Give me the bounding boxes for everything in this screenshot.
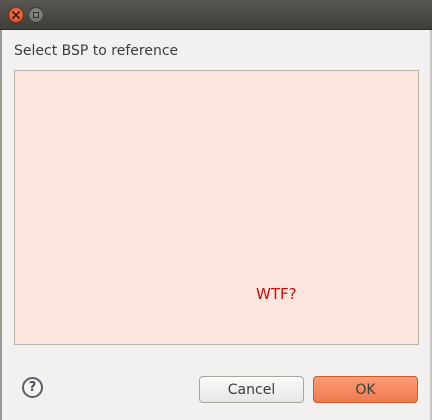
- help-button[interactable]: ?: [22, 377, 43, 398]
- bsp-list[interactable]: WTF?: [14, 70, 419, 345]
- close-button[interactable]: [8, 7, 24, 23]
- dialog-window: Select BSP to reference WTF? ? Cancel OK: [0, 0, 432, 420]
- dialog-heading: Select BSP to reference: [14, 43, 179, 59]
- maximize-button[interactable]: [28, 7, 44, 23]
- maximize-icon: [33, 12, 39, 18]
- title-bar[interactable]: [0, 0, 432, 30]
- close-icon: [12, 11, 20, 19]
- cancel-button[interactable]: Cancel: [199, 376, 304, 403]
- list-message: WTF?: [256, 285, 297, 303]
- ok-button[interactable]: OK: [313, 376, 418, 403]
- help-icon: ?: [28, 380, 37, 395]
- window-left-border: [0, 30, 2, 420]
